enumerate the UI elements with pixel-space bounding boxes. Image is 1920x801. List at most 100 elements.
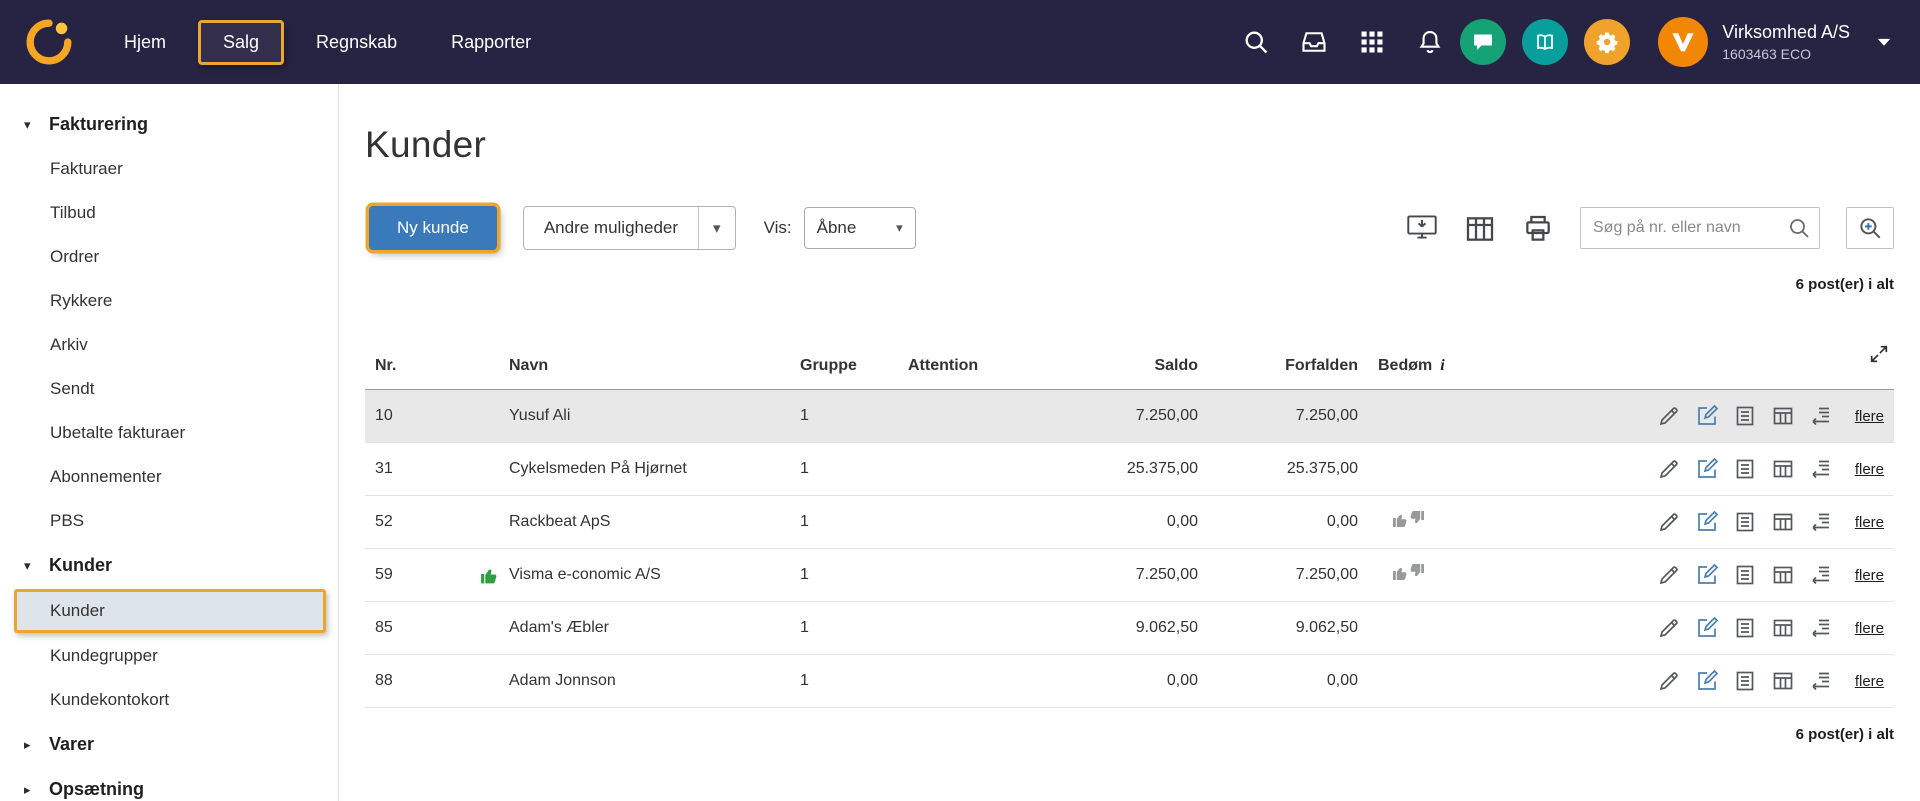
edit-pencil-icon[interactable] (1657, 457, 1681, 481)
sidebar-item-tilbud[interactable]: Tilbud (0, 191, 338, 235)
table-row[interactable]: 52 Rackbeat ApS 1 0,00 0,00 (365, 496, 1894, 549)
rate-thumbs-icon[interactable] (1392, 562, 1426, 584)
chat-icon[interactable] (1460, 19, 1506, 65)
transfer-icon[interactable] (1809, 457, 1833, 481)
entries-table-icon[interactable] (1771, 457, 1795, 481)
customer-number: 59 (365, 549, 475, 602)
customer-balance: 7.250,00 (1043, 390, 1208, 443)
visma-logo-icon[interactable] (26, 19, 72, 65)
view-select[interactable]: Åbne ▾ (804, 207, 916, 249)
edit-pencil-icon[interactable] (1657, 669, 1681, 693)
customers-table-wrap: Nr. Navn Gruppe Attention Saldo Forfalde… (365, 357, 1894, 708)
rate-thumbs-icon[interactable] (1392, 509, 1426, 531)
customer-overdue: 0,00 (1208, 496, 1368, 549)
info-icon[interactable]: i (1440, 357, 1444, 374)
customer-attention (898, 390, 1043, 443)
triangle-icon: ▾ (24, 117, 39, 133)
header-gruppe: Gruppe (790, 357, 898, 390)
help-book-icon[interactable] (1522, 19, 1568, 65)
table-row[interactable]: 88 Adam Jonnson 1 0,00 0,00 (365, 655, 1894, 708)
transfer-icon[interactable] (1809, 616, 1833, 640)
sidebar-item-abonnementer[interactable]: Abonnementer (0, 455, 338, 499)
sidebar-item-pbs[interactable]: PBS (0, 499, 338, 543)
account-card-icon[interactable] (1733, 457, 1757, 481)
edit-window-icon[interactable] (1695, 669, 1719, 693)
records-count-top: 6 post(er) i alt (365, 276, 1894, 293)
account-card-icon[interactable] (1733, 616, 1757, 640)
sidebar-item-ubetalte-fakturaer[interactable]: Ubetalte fakturaer (0, 411, 338, 455)
edit-pencil-icon[interactable] (1657, 404, 1681, 428)
entries-table-icon[interactable] (1771, 510, 1795, 534)
nav-item-regnskab[interactable]: Regnskab (294, 20, 419, 65)
apps-grid-icon[interactable] (1358, 28, 1386, 56)
transfer-icon[interactable] (1809, 669, 1833, 693)
edit-window-icon[interactable] (1695, 616, 1719, 640)
entries-table-icon[interactable] (1771, 563, 1795, 587)
nav-item-hjem[interactable]: Hjem (102, 20, 188, 65)
edit-window-icon[interactable] (1695, 510, 1719, 534)
sidebar-item-ordrer[interactable]: Ordrer (0, 235, 338, 279)
transfer-icon[interactable] (1809, 563, 1833, 587)
edit-window-icon[interactable] (1695, 404, 1719, 428)
entries-table-icon[interactable] (1771, 669, 1795, 693)
notifications-bell-icon[interactable] (1416, 28, 1444, 56)
print-icon[interactable] (1522, 213, 1554, 243)
new-customer-button[interactable]: Ny kunde (369, 206, 497, 250)
customer-rating (1368, 390, 1553, 443)
table-row[interactable]: 10 Yusuf Ali 1 7.250,00 7.250,00 (365, 390, 1894, 443)
edit-window-icon[interactable] (1695, 457, 1719, 481)
table-view-icon[interactable] (1464, 213, 1496, 243)
sidebar-item-kunder[interactable]: Kunder (14, 589, 326, 633)
transfer-icon[interactable] (1809, 510, 1833, 534)
more-link[interactable]: flere (1855, 620, 1884, 637)
edit-pencil-icon[interactable] (1657, 616, 1681, 640)
company-info[interactable]: Virksomhed A/S 1603463 ECO (1722, 21, 1850, 63)
more-link[interactable]: flere (1855, 408, 1884, 425)
search-icon[interactable] (1242, 28, 1270, 56)
sidebar-section-opsætning[interactable]: ▸ Opsætning (0, 767, 338, 801)
customer-number: 88 (365, 655, 475, 708)
account-card-icon[interactable] (1733, 563, 1757, 587)
row-actions: flere (1553, 655, 1894, 708)
entries-table-icon[interactable] (1771, 616, 1795, 640)
transfer-icon[interactable] (1809, 404, 1833, 428)
table-row[interactable]: 59 Visma e-conomic A/S 1 7.250,00 7.250,… (365, 549, 1894, 602)
expand-table-icon[interactable] (1868, 343, 1890, 365)
search-icon[interactable] (1787, 216, 1811, 240)
sidebar-item-rykkere[interactable]: Rykkere (0, 279, 338, 323)
sidebar-item-fakturaer[interactable]: Fakturaer (0, 147, 338, 191)
search-input[interactable] (1593, 219, 1787, 237)
chevron-down-icon[interactable] (1874, 32, 1894, 52)
more-link[interactable]: flere (1855, 673, 1884, 690)
more-link[interactable]: flere (1855, 461, 1884, 478)
entries-table-icon[interactable] (1771, 404, 1795, 428)
sidebar-section-kunder[interactable]: ▾ Kunder (0, 543, 338, 588)
edit-window-icon[interactable] (1695, 563, 1719, 587)
sidebar-item-arkiv[interactable]: Arkiv (0, 323, 338, 367)
account-avatar[interactable] (1658, 17, 1708, 67)
account-card-icon[interactable] (1733, 404, 1757, 428)
triangle-icon: ▸ (24, 737, 39, 753)
nav-item-rapporter[interactable]: Rapporter (429, 20, 553, 65)
chevron-down-icon[interactable]: ▾ (699, 219, 735, 237)
show-on-screen-icon[interactable] (1406, 213, 1438, 243)
sidebar-item-sendt[interactable]: Sendt (0, 367, 338, 411)
account-card-icon[interactable] (1733, 510, 1757, 534)
table-row[interactable]: 85 Adam's Æbler 1 9.062,50 9.062,50 (365, 602, 1894, 655)
sidebar-item-kundegrupper[interactable]: Kundegrupper (0, 634, 338, 678)
customer-rating (1368, 496, 1553, 549)
nav-item-salg[interactable]: Salg (198, 20, 284, 65)
more-link[interactable]: flere (1855, 514, 1884, 531)
sidebar-section-varer[interactable]: ▸ Varer (0, 722, 338, 767)
more-link[interactable]: flere (1855, 567, 1884, 584)
settings-gear-icon[interactable] (1584, 19, 1630, 65)
edit-pencil-icon[interactable] (1657, 563, 1681, 587)
sidebar-section-fakturering[interactable]: ▾ Fakturering (0, 102, 338, 147)
edit-pencil-icon[interactable] (1657, 510, 1681, 534)
table-row[interactable]: 31 Cykelsmeden På Hjørnet 1 25.375,00 25… (365, 443, 1894, 496)
other-options-button[interactable]: Andre muligheder ▾ (523, 206, 736, 250)
account-card-icon[interactable] (1733, 669, 1757, 693)
advanced-search-button[interactable] (1846, 207, 1894, 249)
sidebar-item-kundekontokort[interactable]: Kundekontokort (0, 678, 338, 722)
inbox-icon[interactable] (1300, 28, 1328, 56)
